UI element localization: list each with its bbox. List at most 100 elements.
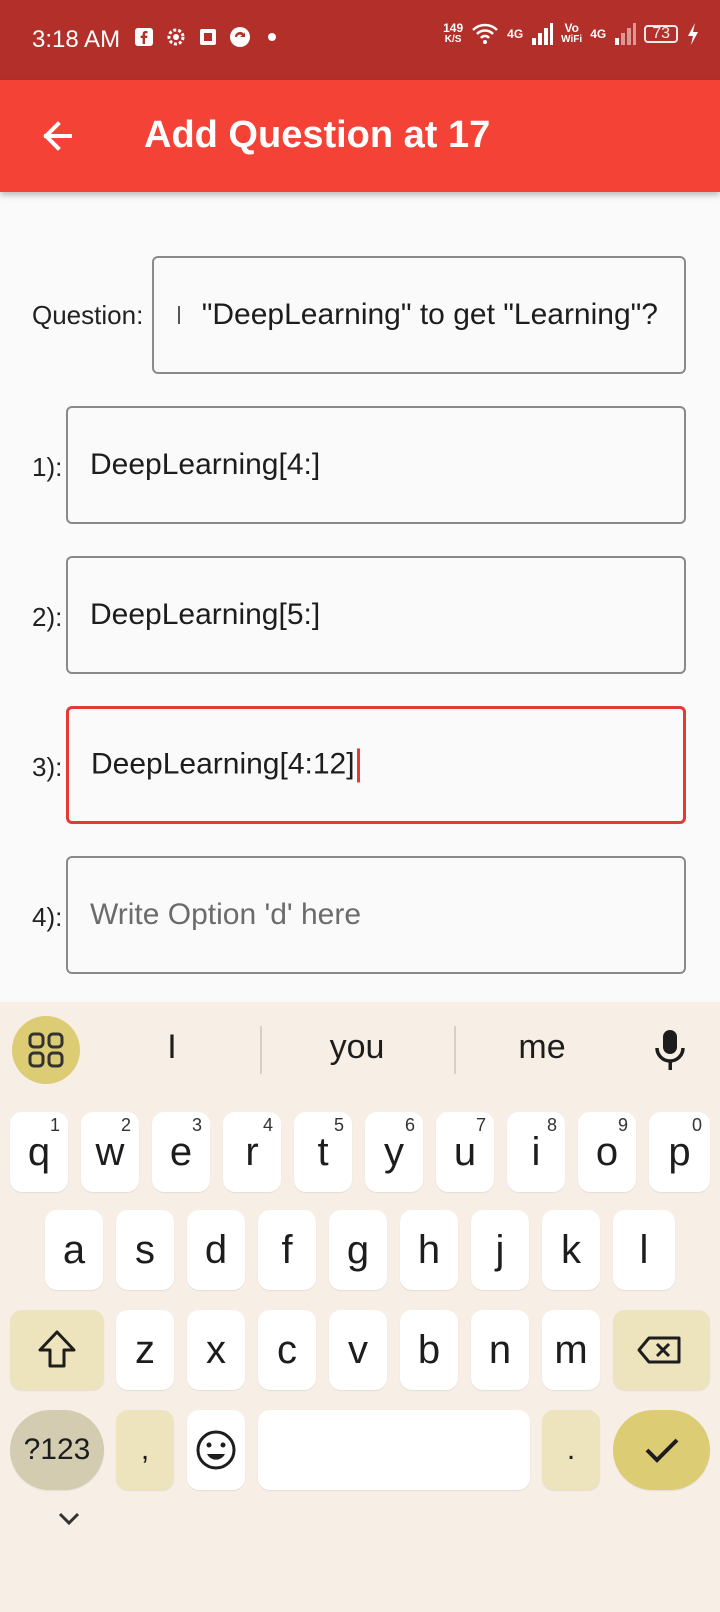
key-x[interactable]: x [187, 1310, 245, 1390]
option-b-input[interactable]: DeepLearning[5:] [66, 556, 686, 674]
option-c-value-wrap: DeepLearning[4:12] [91, 747, 360, 783]
question-row: Question: "DeepLearning" to get "Learnin… [0, 256, 720, 374]
key-j[interactable]: j [471, 1210, 529, 1290]
option-row-1: 1): DeepLearning[4:] [0, 406, 720, 524]
arrow-back-icon[interactable] [30, 108, 86, 164]
grid-icon [28, 1032, 64, 1068]
gear-icon [167, 28, 185, 46]
option-c-value: DeepLearning[4:12] [91, 747, 355, 781]
comma-key[interactable]: , [116, 1410, 174, 1490]
option-b-value: DeepLearning[5:] [90, 598, 321, 631]
sync-icon [230, 27, 250, 47]
key-a[interactable]: a [45, 1210, 103, 1290]
key-o-hint: 9 [617, 1115, 628, 1135]
key-v[interactable]: v [329, 1310, 387, 1390]
suggestion-divider [260, 1026, 262, 1074]
key-n[interactable]: n [471, 1310, 529, 1390]
key-r[interactable]: r4 [223, 1112, 281, 1192]
option-label-1: 1): [32, 452, 63, 482]
key-o-label: o [595, 1130, 619, 1174]
key-r-label: r [245, 1130, 259, 1174]
option-d-placeholder: Write Option 'd' here [90, 898, 362, 931]
key-h[interactable]: h [400, 1210, 458, 1290]
key-g[interactable]: g [329, 1210, 387, 1290]
option-d-input[interactable]: Write Option 'd' here [66, 856, 686, 974]
key-s[interactable]: s [116, 1210, 174, 1290]
volte-label: Vo [564, 21, 579, 35]
shift-icon [38, 1330, 76, 1368]
key-m[interactable]: m [542, 1310, 600, 1390]
option-label-4: 4): [32, 902, 63, 932]
status-bar: 3:18 AM 149 K/S 4G Vo WiFi 4G 73 [0, 0, 720, 80]
app-bar: Add Question at 17 [0, 80, 720, 192]
option-label-3: 3): [32, 752, 63, 782]
key-i-hint: 8 [546, 1115, 557, 1135]
enter-key[interactable] [613, 1410, 710, 1490]
volte-wifi: Vo WiFi [561, 22, 582, 46]
key-t-label: t [317, 1130, 329, 1174]
question-input-value: "DeepLearning" to get "Learning"? [201, 298, 658, 331]
key-f[interactable]: f [258, 1210, 316, 1290]
net-speed: 149 K/S [443, 22, 463, 46]
key-o[interactable]: o9 [578, 1112, 636, 1192]
key-b[interactable]: b [400, 1310, 458, 1390]
key-t-hint: 5 [333, 1115, 344, 1135]
period-key[interactable]: . [542, 1410, 600, 1490]
key-e[interactable]: e3 [152, 1112, 210, 1192]
key-w[interactable]: w2 [81, 1112, 139, 1192]
suggestion-2[interactable]: you [287, 1028, 427, 1067]
option-row-3: 3): DeepLearning[4:12] [0, 706, 720, 824]
key-k[interactable]: k [542, 1210, 600, 1290]
facebook-icon [135, 28, 153, 46]
suggestion-divider [454, 1026, 456, 1074]
key-w-hint: 2 [120, 1115, 131, 1135]
wifi-icon [472, 23, 499, 44]
net-speed-unit: K/S [444, 34, 462, 45]
option-c-input[interactable]: DeepLearning[4:12] [66, 706, 686, 824]
suggestion-3[interactable]: me [472, 1028, 612, 1067]
volte-wifi-label: WiFi [561, 34, 583, 45]
key-p-label: p [668, 1130, 691, 1174]
microphone-icon[interactable] [650, 1028, 690, 1072]
key-t[interactable]: t5 [294, 1112, 352, 1192]
space-key[interactable] [258, 1410, 530, 1490]
key-y-label: y [384, 1130, 404, 1174]
key-l[interactable]: l [613, 1210, 675, 1290]
key-u-label: u [453, 1130, 477, 1174]
soft-keyboard: I you me q1 w2 e3 r4 t5 y6 u7 i8 o9 p0 a… [0, 1002, 720, 1612]
key-u[interactable]: u7 [436, 1112, 494, 1192]
question-input[interactable]: "DeepLearning" to get "Learning"? [152, 256, 686, 374]
key-y-hint: 6 [404, 1115, 415, 1135]
symbols-key[interactable]: ?123 [10, 1410, 104, 1490]
net-speed-value: 149 [443, 21, 464, 35]
key-p-hint: 0 [691, 1115, 702, 1135]
key-u-hint: 7 [475, 1115, 486, 1135]
backspace-key[interactable] [613, 1310, 710, 1390]
option-a-value: DeepLearning[4:] [90, 448, 321, 481]
suggestion-1[interactable]: I [102, 1028, 242, 1067]
battery-indicator: 73 [644, 25, 678, 43]
option-row-2: 2): DeepLearning[5:] [0, 556, 720, 674]
key-y[interactable]: y6 [365, 1112, 423, 1192]
key-z[interactable]: z [116, 1310, 174, 1390]
suggestion-bar: I you me [0, 1002, 720, 1094]
check-icon [645, 1438, 679, 1463]
key-q[interactable]: q1 [10, 1112, 68, 1192]
network-type-2: 4G [590, 27, 607, 41]
key-i[interactable]: i8 [507, 1112, 565, 1192]
key-d[interactable]: d [187, 1210, 245, 1290]
key-r-hint: 4 [262, 1115, 273, 1135]
signal-icon [532, 23, 554, 45]
signal-icon-2 [615, 23, 637, 45]
notification-icon [200, 29, 216, 45]
key-c[interactable]: c [258, 1310, 316, 1390]
key-e-label: e [169, 1130, 193, 1174]
option-label-2: 2): [32, 602, 63, 632]
key-e-hint: 3 [191, 1115, 202, 1135]
apps-grid-button[interactable] [12, 1016, 80, 1084]
shift-key[interactable] [10, 1310, 104, 1390]
key-p[interactable]: p0 [649, 1112, 710, 1192]
emoji-key[interactable] [187, 1410, 245, 1490]
chevron-down-icon[interactable] [54, 1504, 84, 1534]
option-a-input[interactable]: DeepLearning[4:] [66, 406, 686, 524]
